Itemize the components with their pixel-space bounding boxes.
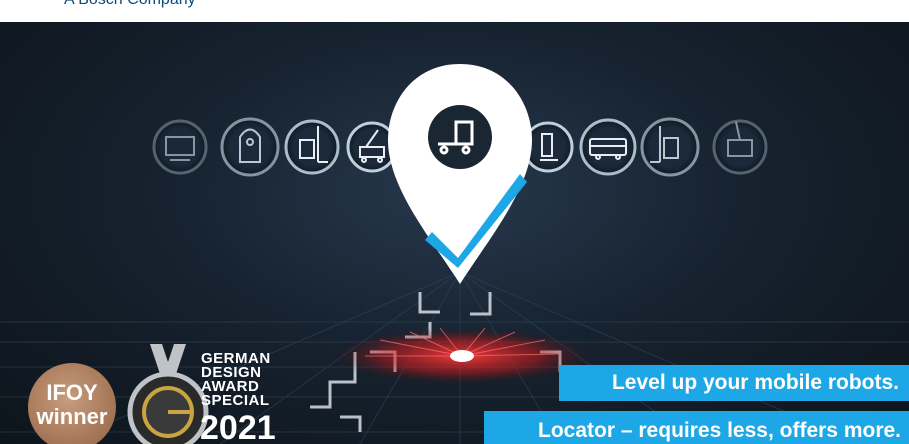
gda-year: 2021 bbox=[200, 409, 276, 444]
ifoy-badge: IFOY winner bbox=[28, 363, 116, 444]
headline-banner: Level up your mobile robots. bbox=[559, 365, 909, 401]
german-design-award-medal bbox=[127, 344, 209, 444]
company-tagline: A Bosch Company bbox=[64, 0, 196, 9]
subline-banner: Locator – requires less, offers more. bbox=[484, 411, 909, 444]
location-pin-icon bbox=[388, 64, 532, 284]
top-bar: A Bosch Company bbox=[0, 0, 909, 22]
ifoy-line1: IFOY bbox=[46, 380, 98, 405]
ifoy-line2: winner bbox=[36, 404, 108, 429]
robot-position-dot bbox=[450, 350, 474, 362]
gda-line: SPECIAL bbox=[201, 392, 270, 409]
german-design-award-text: GERMAN DESIGN AWARD SPECIAL bbox=[201, 351, 271, 409]
hero-banner: IFOY winner GERMAN DESIGN AWARD SPECIAL … bbox=[0, 22, 909, 444]
